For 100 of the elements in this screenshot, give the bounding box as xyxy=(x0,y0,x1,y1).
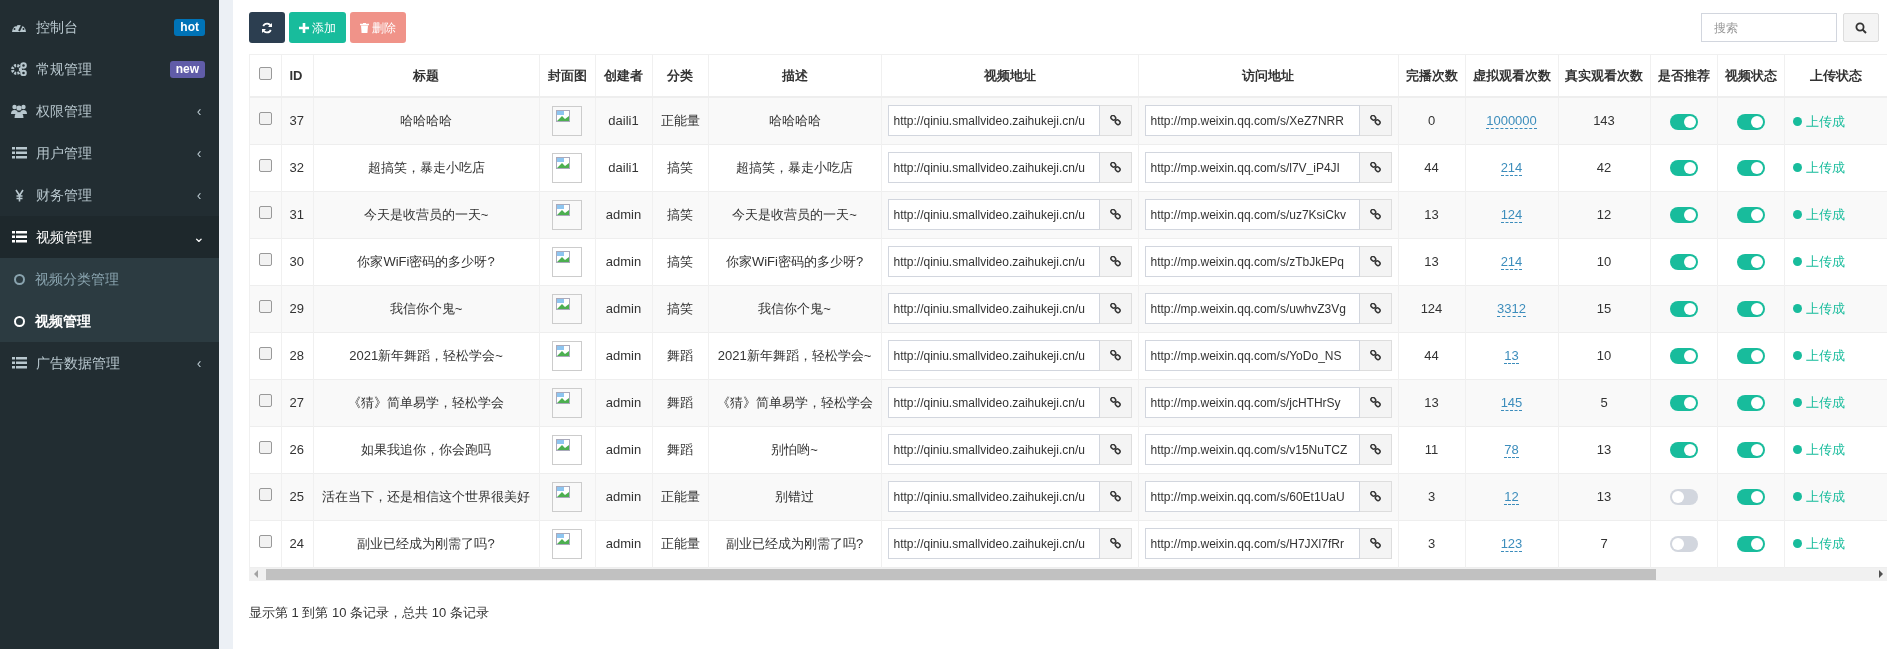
visit-url-field[interactable]: http://mp.weixin.qq.com/s/v15NuTCZ xyxy=(1144,434,1360,465)
status-toggle[interactable] xyxy=(1736,160,1765,177)
video-url-field[interactable]: http://qiniu.smallvideo.zaihukeji.cn/u xyxy=(887,528,1100,559)
visit-url-field[interactable]: http://mp.weixin.qq.com/s/YoDo_NS xyxy=(1144,340,1360,371)
editable-link[interactable]: 13 xyxy=(1504,347,1519,364)
checkbox[interactable] xyxy=(258,346,272,360)
open-link-button[interactable] xyxy=(1359,105,1392,137)
column-header[interactable]: 完播次数 xyxy=(1398,55,1465,97)
visit-url-field[interactable]: http://mp.weixin.qq.com/s/zTbJkEPq xyxy=(1144,246,1360,277)
open-link-button[interactable] xyxy=(1099,105,1132,137)
checkbox[interactable] xyxy=(258,66,272,80)
checkbox[interactable] xyxy=(258,393,272,407)
video-url-field[interactable]: http://qiniu.smallvideo.zaihukeji.cn/u xyxy=(887,434,1100,465)
visit-url-field[interactable]: http://mp.weixin.qq.com/s/XeZ7NRR xyxy=(1144,105,1360,137)
editable-link[interactable]: 124 xyxy=(1500,206,1523,223)
editable-link[interactable]: 123 xyxy=(1500,535,1523,552)
video-url-field[interactable]: http://qiniu.smallvideo.zaihukeji.cn/u xyxy=(887,152,1100,183)
submenu-item[interactable]: 视频管理 xyxy=(0,300,219,342)
open-link-button[interactable] xyxy=(1359,528,1392,559)
open-link-button[interactable] xyxy=(1359,199,1392,230)
open-link-button[interactable] xyxy=(1359,387,1392,418)
column-header[interactable]: 是否推荐 xyxy=(1650,55,1717,97)
column-header[interactable]: 封面图 xyxy=(539,55,595,97)
column-header[interactable]: 上传状态 xyxy=(1784,55,1887,97)
sidebar-item[interactable]: 财务管理 ‹ xyxy=(0,174,219,216)
video-url-field[interactable]: http://qiniu.smallvideo.zaihukeji.cn/u xyxy=(887,199,1100,230)
recommend-toggle[interactable] xyxy=(1669,442,1698,459)
open-link-button[interactable] xyxy=(1099,246,1132,277)
sidebar-item[interactable]: 控制台 hot xyxy=(0,6,219,48)
sidebar-item[interactable]: 权限管理 ‹ xyxy=(0,90,219,132)
visit-url-field[interactable]: http://mp.weixin.qq.com/s/H7JXl7fRr xyxy=(1144,528,1360,559)
checkbox[interactable] xyxy=(258,252,272,266)
visit-url-field[interactable]: http://mp.weixin.qq.com/s/uwhvZ3Vg xyxy=(1144,293,1360,324)
sidebar-item[interactable]: 用户管理 ‹ xyxy=(0,132,219,174)
column-header[interactable]: 虚拟观看次数 xyxy=(1465,55,1558,97)
editable-link[interactable]: 214 xyxy=(1500,159,1523,176)
submenu-item[interactable]: 视频分类管理 xyxy=(0,258,219,300)
column-header[interactable]: 标题 xyxy=(313,55,539,97)
open-link-button[interactable] xyxy=(1099,387,1132,418)
sidebar-item[interactable]: 视频管理 ⌄ xyxy=(0,216,219,258)
open-link-button[interactable] xyxy=(1099,528,1132,559)
status-toggle[interactable] xyxy=(1736,301,1765,318)
open-link-button[interactable] xyxy=(1359,152,1392,183)
column-header[interactable]: 视频地址 xyxy=(881,55,1138,97)
open-link-button[interactable] xyxy=(1099,434,1132,465)
column-header[interactable]: 分类 xyxy=(652,55,708,97)
column-header[interactable]: 视频状态 xyxy=(1717,55,1784,97)
open-link-button[interactable] xyxy=(1099,199,1132,230)
checkbox[interactable] xyxy=(258,112,272,125)
status-toggle[interactable] xyxy=(1736,254,1765,271)
sidebar-item[interactable]: 常规管理 new xyxy=(0,48,219,90)
editable-link[interactable]: 3312 xyxy=(1497,300,1526,317)
open-link-button[interactable] xyxy=(1099,481,1132,512)
recommend-toggle[interactable] xyxy=(1669,395,1698,412)
status-toggle[interactable] xyxy=(1736,489,1765,506)
recommend-toggle[interactable] xyxy=(1669,489,1698,506)
recommend-toggle[interactable] xyxy=(1669,207,1698,224)
search-button[interactable] xyxy=(1843,13,1879,42)
video-url-field[interactable]: http://qiniu.smallvideo.zaihukeji.cn/u xyxy=(887,293,1100,324)
status-toggle[interactable] xyxy=(1736,442,1765,459)
video-url-field[interactable]: http://qiniu.smallvideo.zaihukeji.cn/u xyxy=(887,340,1100,371)
video-url-field[interactable]: http://qiniu.smallvideo.zaihukeji.cn/u xyxy=(887,387,1100,418)
status-toggle[interactable] xyxy=(1736,395,1765,412)
open-link-button[interactable] xyxy=(1359,293,1392,324)
status-toggle[interactable] xyxy=(1736,536,1765,553)
open-link-button[interactable] xyxy=(1359,340,1392,371)
open-link-button[interactable] xyxy=(1359,481,1392,512)
search-field[interactable]: 搜索 xyxy=(1701,13,1837,42)
checkbox[interactable] xyxy=(258,205,272,219)
open-link-button[interactable] xyxy=(1359,434,1392,465)
status-toggle[interactable] xyxy=(1736,348,1765,365)
recommend-toggle[interactable] xyxy=(1669,160,1698,177)
open-link-button[interactable] xyxy=(1099,293,1132,324)
video-url-field[interactable]: http://qiniu.smallvideo.zaihukeji.cn/u xyxy=(887,246,1100,277)
open-link-button[interactable] xyxy=(1099,340,1132,371)
sidebar-item[interactable]: 广告数据管理 ‹ xyxy=(0,342,219,384)
visit-url-field[interactable]: http://mp.weixin.qq.com/s/uz7KsiCkv xyxy=(1144,199,1360,230)
scrollbar-thumb[interactable] xyxy=(266,568,1656,580)
open-link-button[interactable] xyxy=(1359,246,1392,277)
checkbox[interactable] xyxy=(258,440,272,454)
recommend-toggle[interactable] xyxy=(1669,254,1698,271)
recommend-toggle[interactable] xyxy=(1669,348,1698,365)
open-link-button[interactable] xyxy=(1099,152,1132,183)
column-header[interactable]: 创建者 xyxy=(595,55,652,97)
checkbox[interactable] xyxy=(258,158,272,172)
editable-link[interactable]: 145 xyxy=(1500,394,1523,411)
refresh-button[interactable] xyxy=(249,12,285,43)
video-url-field[interactable]: http://qiniu.smallvideo.zaihukeji.cn/u xyxy=(887,105,1100,137)
visit-url-field[interactable]: http://mp.weixin.qq.com/s/jcHTHrSy xyxy=(1144,387,1360,418)
status-toggle[interactable] xyxy=(1736,207,1765,224)
visit-url-field[interactable]: http://mp.weixin.qq.com/s/l7V_iP4JI xyxy=(1144,152,1360,183)
editable-link[interactable]: 1000000 xyxy=(1486,113,1537,129)
checkbox[interactable] xyxy=(258,299,272,313)
column-header[interactable]: 真实观看次数 xyxy=(1558,55,1650,97)
checkbox[interactable] xyxy=(258,534,272,548)
video-url-field[interactable]: http://qiniu.smallvideo.zaihukeji.cn/u xyxy=(887,481,1100,512)
column-header[interactable]: ID xyxy=(281,55,313,97)
column-header[interactable]: 描述 xyxy=(708,55,881,97)
recommend-toggle[interactable] xyxy=(1669,301,1698,318)
checkbox[interactable] xyxy=(258,487,272,501)
